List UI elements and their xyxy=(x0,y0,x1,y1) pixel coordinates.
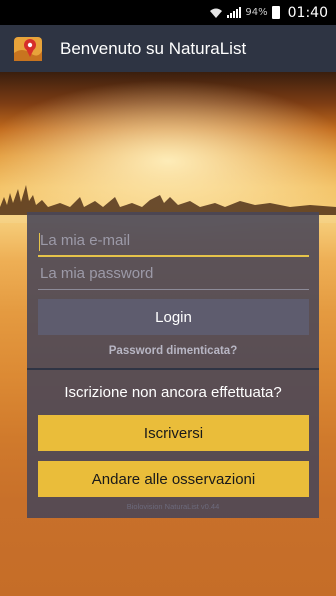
status-bar: 94% 01:40 xyxy=(0,0,336,25)
battery-percent: 94% xyxy=(245,7,268,18)
version-label: Biolovision NaturaList v0.44 xyxy=(126,502,220,511)
signal-icon xyxy=(227,7,242,18)
email-field[interactable] xyxy=(38,229,309,257)
clock: 01:40 xyxy=(287,4,328,21)
register-button[interactable]: Iscriversi xyxy=(38,415,309,451)
action-bar: Benvenuto su NaturaList xyxy=(0,25,336,72)
battery-icon xyxy=(271,6,280,19)
login-button[interactable]: Login xyxy=(38,299,309,335)
login-panel: Login Password dimenticata? Iscrizione n… xyxy=(27,212,319,518)
password-field[interactable] xyxy=(38,262,309,290)
divider xyxy=(27,368,319,370)
wifi-icon xyxy=(209,7,223,19)
text-cursor xyxy=(39,233,40,251)
app-title: Benvenuto su NaturaList xyxy=(60,38,247,58)
not-registered-prompt: Iscrizione non ancora effettuata? xyxy=(64,384,282,401)
forgot-password-link[interactable]: Password dimenticata? xyxy=(27,345,319,357)
naturalist-logo-icon[interactable] xyxy=(12,33,52,65)
go-to-observations-button[interactable]: Andare alle osservazioni xyxy=(38,461,309,497)
